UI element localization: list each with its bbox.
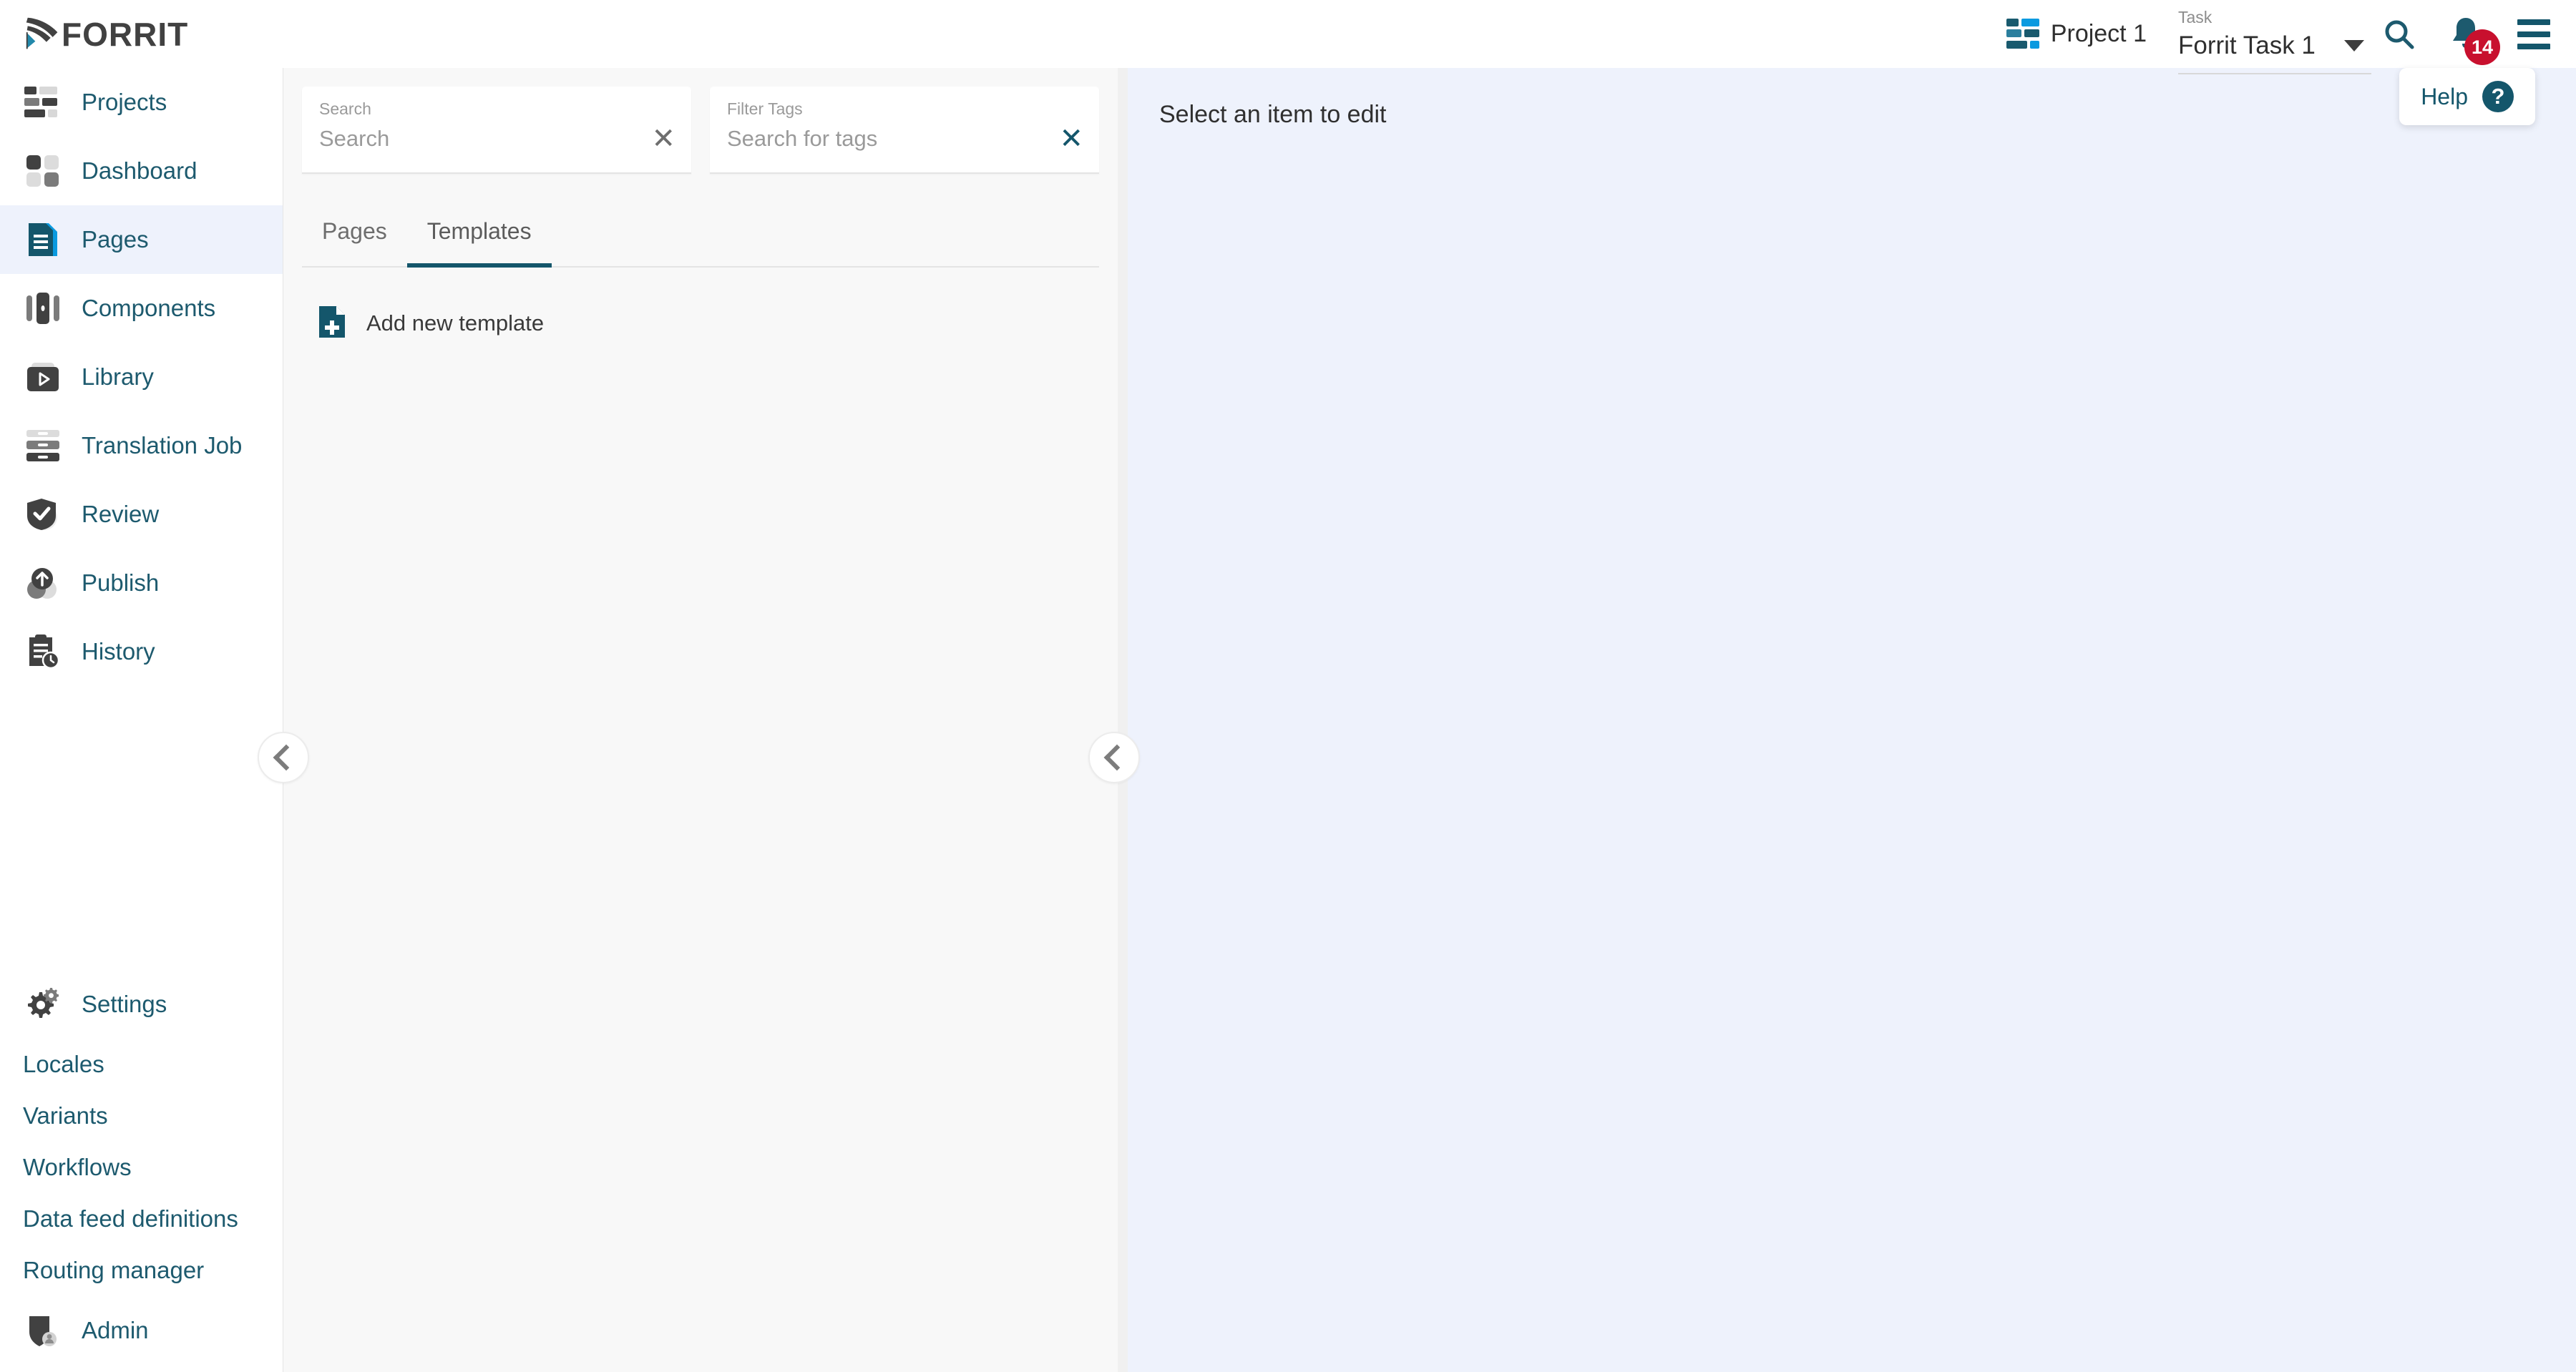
sidebar-item-history[interactable]: History <box>0 617 283 686</box>
question-mark-icon: ? <box>2482 81 2514 112</box>
add-document-icon <box>318 305 348 343</box>
sidebar-item-translation-job[interactable]: Translation Job <box>0 411 283 480</box>
logo[interactable]: FORRIT <box>0 12 188 57</box>
filter-tags-label: Filter Tags <box>727 99 803 118</box>
review-shield-check-icon <box>23 494 63 534</box>
chevron-down-icon <box>2343 40 2364 52</box>
sidebar-item-review[interactable]: Review <box>0 480 283 549</box>
list-panel: Search ✕ Filter Tags ✕ Pages <box>283 68 1118 1372</box>
sidebar-item-library[interactable]: Library <box>0 343 283 411</box>
notifications-button[interactable]: 14 <box>2450 15 2500 65</box>
tab-pages[interactable]: Pages <box>302 202 407 268</box>
search-field[interactable]: Search ✕ <box>302 87 691 174</box>
projects-icon <box>23 82 63 122</box>
template-list: Add new template <box>283 268 1118 351</box>
sidebar-item-dashboard[interactable]: Dashboard <box>0 137 283 205</box>
list-item-label: Add new template <box>366 310 545 335</box>
help-label: Help <box>2421 83 2468 109</box>
sidebar-item-label: Pages <box>82 226 149 253</box>
sidebar-item-label: Components <box>82 295 216 321</box>
sidebar-item-projects[interactable]: Projects <box>0 68 283 137</box>
sidebar-item-label: Translation Job <box>82 432 243 459</box>
task-value: Forrit Task 1 <box>2178 31 2316 59</box>
sidebar-item-label: Settings <box>82 991 167 1017</box>
tab-templates[interactable]: Templates <box>406 202 552 268</box>
header-actions: Project 1 Task Forrit Task 1 14 <box>2006 8 2576 74</box>
collapse-sidebar-button[interactable] <box>258 732 309 783</box>
publish-upload-icon <box>23 563 63 603</box>
search-icon <box>2385 20 2414 49</box>
chevron-left-icon <box>273 744 300 771</box>
sidebar-item-label: Library <box>82 363 154 390</box>
panel-tabs: Pages Templates <box>283 202 1118 268</box>
sidebar-item-workflows[interactable]: Workflows <box>0 1142 283 1193</box>
application-root: FORRIT Project 1 Task Forrit Task 1 14 H… <box>0 0 2576 1372</box>
task-label: Task <box>2178 8 2212 26</box>
menu-button[interactable] <box>2517 19 2550 49</box>
help-widget[interactable]: Help ? <box>2399 68 2535 125</box>
sidebar-item-locales[interactable]: Locales <box>0 1039 283 1090</box>
task-underline <box>2178 73 2371 74</box>
top-header: FORRIT Project 1 Task Forrit Task 1 14 <box>0 0 2576 74</box>
sidebar-item-data-feed-definitions[interactable]: Data feed definitions <box>0 1193 283 1245</box>
filter-tags-input[interactable] <box>727 126 1051 152</box>
forrit-logo-icon <box>26 17 58 49</box>
sidebar-item-label: History <box>82 638 155 665</box>
chevron-left-icon <box>1103 744 1131 771</box>
search-clear-icon[interactable]: ✕ <box>651 124 675 153</box>
search-label: Search <box>319 99 371 118</box>
admin-shield-user-icon <box>23 1310 63 1351</box>
sidebar-item-label: Review <box>82 501 160 527</box>
collapse-list-panel-button[interactable] <box>1088 732 1140 783</box>
search-button[interactable] <box>2383 18 2416 51</box>
editor-panel: Select an item to edit <box>1118 68 2576 1372</box>
notification-badge: 14 <box>2464 29 2500 65</box>
history-clipboard-clock-icon <box>23 632 63 672</box>
sidebar-item-variants[interactable]: Variants <box>0 1090 283 1142</box>
sidebar-settings-group: Settings Locales Variants Workflows Data… <box>0 970 283 1372</box>
gear-icon <box>23 984 63 1024</box>
sidebar-item-components[interactable]: Components <box>0 274 283 343</box>
sidebar-item-routing-manager[interactable]: Routing manager <box>0 1245 283 1296</box>
sidebar-item-pages[interactable]: Pages <box>0 205 283 274</box>
logo-text: FORRIT <box>62 15 189 53</box>
library-play-icon <box>23 357 63 397</box>
hamburger-menu-icon <box>2517 43 2550 49</box>
hamburger-menu-icon <box>2517 19 2550 25</box>
translation-job-icon <box>23 426 63 466</box>
sidebar-item-label: Admin <box>82 1317 149 1343</box>
editor-placeholder-title: Select an item to edit <box>1159 101 1387 128</box>
sidebar-item-label: Dashboard <box>82 157 197 184</box>
sidebar-item-label: Publish <box>82 569 160 596</box>
pages-document-icon <box>23 220 63 260</box>
sidebar-navigation: Projects Dashboard Pages Components Libr… <box>0 68 283 1372</box>
filter-bar: Search ✕ Filter Tags ✕ <box>283 68 1118 174</box>
body-container: Projects Dashboard Pages Components Libr… <box>0 68 2576 1372</box>
sidebar-item-publish[interactable]: Publish <box>0 549 283 617</box>
search-input[interactable] <box>319 126 643 152</box>
project-selector[interactable]: Project 1 <box>2006 18 2147 50</box>
sidebar-item-admin[interactable]: Admin <box>0 1296 283 1365</box>
add-new-template-button[interactable]: Add new template <box>302 296 1099 351</box>
filter-tags-field[interactable]: Filter Tags ✕ <box>710 87 1099 174</box>
sidebar-item-label: Projects <box>82 89 167 115</box>
components-icon <box>23 288 63 328</box>
hamburger-menu-icon <box>2517 31 2550 37</box>
dashboard-icon <box>23 151 63 191</box>
project-name: Project 1 <box>2050 20 2147 47</box>
project-grid-icon <box>2006 18 2039 49</box>
task-dropdown[interactable]: Task Forrit Task 1 <box>2178 8 2371 74</box>
sidebar-item-settings[interactable]: Settings <box>0 970 283 1039</box>
filter-tags-clear-icon[interactable]: ✕ <box>1059 124 1083 153</box>
